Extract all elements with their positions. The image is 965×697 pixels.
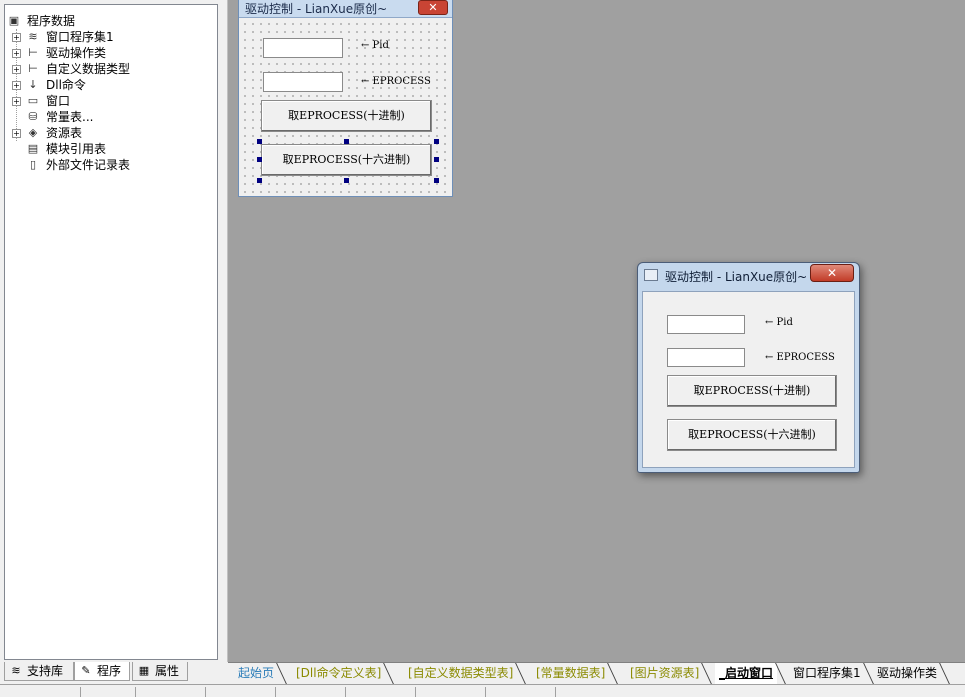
module-icon: ▤ (27, 142, 39, 155)
preview-title: 驱动控制 - LianXue原创~ (665, 270, 808, 284)
status-divider (345, 687, 346, 697)
tree-item-label: 资源表 (46, 126, 83, 140)
tab-label: 属性 (155, 664, 180, 678)
selection-handle[interactable] (434, 139, 439, 144)
pid-input[interactable] (667, 315, 745, 334)
tab-dll-definitions[interactable]: [Dll命令定义表] (292, 663, 385, 684)
preview-client: ← Pid ← EPROCESS 取EPROCESS(十进制) 取EPROCES… (642, 291, 855, 468)
get-eprocess-decimal-button[interactable]: 取EPROCESS(十进制) (667, 375, 837, 407)
tree-item-constants[interactable]: ⛁ 常量表... (5, 109, 205, 125)
preview-window[interactable]: 驱动控制 - LianXue原创~ ✕ ← Pid ← EPROCESS 取EP… (637, 262, 860, 473)
selection-handle[interactable] (257, 157, 262, 162)
eprocess-label: ← EPROCESS (765, 352, 835, 363)
expand-icon[interactable]: + (12, 129, 21, 138)
tree-item-label: 窗口 (46, 94, 71, 108)
design-form[interactable]: 驱动控制 - LianXue原创~ ✕ ← Pid ← EPROCESS 取EP… (238, 0, 453, 197)
selection-handle[interactable] (434, 178, 439, 183)
status-divider (80, 687, 81, 697)
status-divider (205, 687, 206, 697)
selection-handle[interactable] (257, 178, 262, 183)
eprocess-input[interactable] (667, 348, 745, 367)
expand-icon[interactable]: + (12, 97, 21, 106)
window-icon: ▭ (27, 94, 39, 107)
selection-handle[interactable] (344, 178, 349, 183)
tab-startup-window[interactable]: _启动窗口 (715, 663, 778, 684)
resources-icon: ◈ (28, 126, 38, 139)
tab-label: 支持库 (27, 664, 64, 678)
selection-handle[interactable] (434, 157, 439, 162)
properties-icon: ▦ (138, 664, 150, 677)
selection-handle[interactable] (344, 139, 349, 144)
struct-icon: ⊢ (28, 62, 38, 75)
eprocess-label: ← EPROCESS (361, 76, 431, 87)
expand-icon[interactable]: + (12, 49, 21, 58)
tab-window-assembly[interactable]: 窗口程序集1 (789, 663, 865, 684)
status-divider (485, 687, 486, 697)
pid-label: ← Pid (361, 40, 389, 51)
tab-image-resources[interactable]: [图片资源表] (626, 663, 703, 684)
tab-label: 程序 (97, 664, 122, 678)
tree-item-label: 模块引用表 (46, 142, 107, 156)
status-divider (415, 687, 416, 697)
pid-label: ← Pid (765, 317, 793, 328)
tree-item-driver-class[interactable]: + ⊢ 驱动操作类 (5, 45, 205, 61)
close-icon[interactable]: ✕ (418, 0, 448, 15)
tab-driver-class[interactable]: 驱动操作类 (873, 663, 941, 684)
file-icon: ▯ (29, 158, 37, 171)
tab-support-library[interactable]: ≋ 支持库 (4, 662, 74, 681)
status-bar (0, 684, 965, 697)
tab-program[interactable]: ✎ 程序 (74, 662, 130, 681)
expand-icon[interactable]: + (12, 33, 21, 42)
dll-icon: ↓ (28, 78, 38, 91)
selection-handle[interactable] (257, 139, 262, 144)
get-eprocess-hex-button[interactable]: 取EPROCESS(十六进制) (667, 419, 837, 451)
library-icon: ≋ (11, 664, 21, 677)
tree-item-custom-types[interactable]: + ⊢ 自定义数据类型 (5, 61, 205, 77)
tree-item-windows[interactable]: + ▭ 窗口 (5, 93, 205, 109)
stack-icon: ≋ (28, 30, 38, 43)
project-panel: ▣ 程序数据 + ≋ 窗口程序集1 + ⊢ 驱动操作类 + ⊢ 自定义数据类型 … (0, 0, 222, 662)
constants-icon: ⛁ (28, 110, 38, 123)
pid-input[interactable] (263, 38, 343, 58)
project-tree[interactable]: ▣ 程序数据 + ≋ 窗口程序集1 + ⊢ 驱动操作类 + ⊢ 自定义数据类型 … (4, 4, 218, 660)
tab-start-page[interactable]: 起始页 (234, 663, 278, 684)
tree-item-label: 自定义数据类型 (46, 62, 131, 76)
get-eprocess-decimal-button[interactable]: 取EPROCESS(十进制) (261, 100, 432, 132)
status-divider (555, 687, 556, 697)
left-panel-tabs: ≋ 支持库 ✎ 程序 ▦ 属性 (0, 662, 222, 682)
tree-item-label: 外部文件记录表 (46, 158, 131, 172)
expand-icon[interactable]: + (12, 81, 21, 90)
design-form-client[interactable]: ← Pid ← EPROCESS 取EPROCESS(十进制) 取EPROCES… (241, 20, 450, 194)
tree-item-window-assembly[interactable]: + ≋ 窗口程序集1 (5, 29, 205, 45)
close-icon[interactable]: ✕ (810, 264, 854, 282)
tab-properties[interactable]: ▦ 属性 (132, 662, 188, 681)
eprocess-input[interactable] (263, 72, 343, 92)
design-form-title: 驱动控制 - LianXue原创~ (245, 2, 388, 16)
tree-item-label: 窗口程序集1 (46, 30, 114, 44)
status-divider (275, 687, 276, 697)
expand-icon[interactable]: + (12, 65, 21, 74)
tree-item-label: 驱动操作类 (46, 46, 107, 60)
preview-titlebar[interactable]: 驱动控制 - LianXue原创~ ✕ (638, 263, 859, 289)
tab-constants[interactable]: [常量数据表] (532, 663, 609, 684)
get-eprocess-hex-button[interactable]: 取EPROCESS(十六进制) (261, 144, 432, 176)
design-form-titlebar[interactable]: 驱动控制 - LianXue原创~ ✕ (239, 0, 452, 18)
program-icon: ✎ (81, 664, 91, 677)
program-data-icon: ▣ (8, 14, 20, 27)
tree-item-label: Dll命令 (46, 78, 86, 92)
status-divider (135, 687, 136, 697)
tree-item-resources[interactable]: + ◈ 资源表 (5, 125, 205, 141)
app-window-icon (644, 269, 658, 281)
tree-item-label: 常量表... (46, 110, 94, 124)
tree-root[interactable]: ▣ 程序数据 (5, 13, 205, 29)
class-icon: ⊢ (28, 46, 38, 59)
tree-item-external-files[interactable]: ▯ 外部文件记录表 (5, 157, 205, 173)
tree-root-label: 程序数据 (27, 14, 76, 28)
tab-custom-types[interactable]: [自定义数据类型表] (404, 663, 517, 684)
tree-item-module-refs[interactable]: ▤ 模块引用表 (5, 141, 205, 157)
tree-item-dll-commands[interactable]: + ↓ Dll命令 (5, 77, 205, 93)
document-tabs: 起始页 [Dll命令定义表] [自定义数据类型表] [常量数据表] [图片资源表… (228, 662, 965, 684)
